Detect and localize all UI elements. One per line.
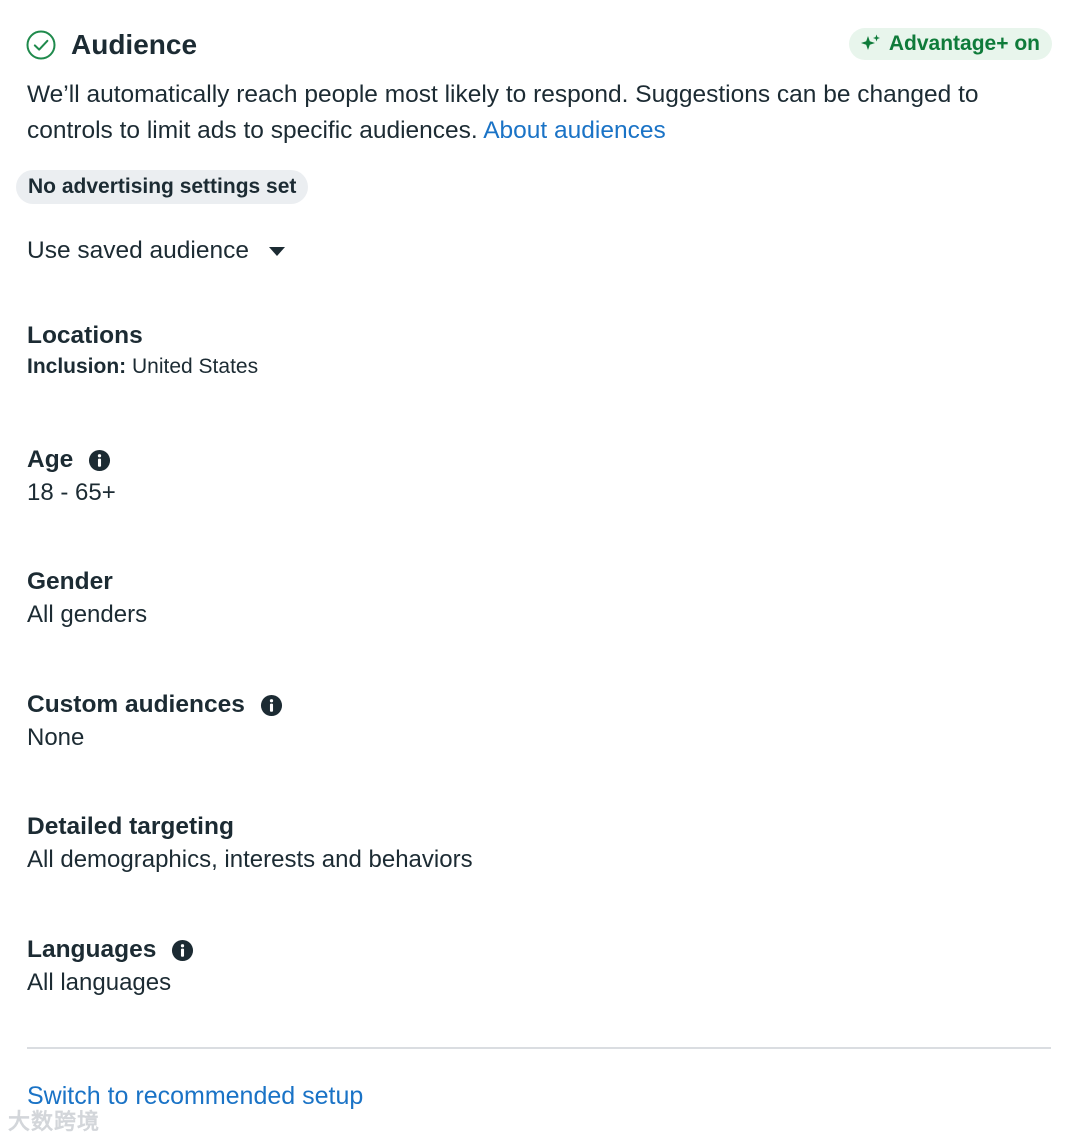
gender-section: Gender All genders [27,566,147,632]
age-section: Age 18 - 65+ [27,444,116,510]
custom-audiences-value: None [27,724,85,751]
custom-audiences-title-row: Custom audiences [27,689,283,721]
detailed-targeting-title: Detailed targeting [27,813,234,840]
languages-value: All languages [27,969,172,996]
age-value: 18 - 65+ [27,479,116,506]
status-pill: No advertising settings set [16,170,309,204]
detailed-targeting-value: All demographics, interests and behavior… [27,846,473,873]
advantage-plus-label: Advantage+ on [888,32,1040,55]
about-audiences-link[interactable]: About audiences [483,117,666,144]
info-icon[interactable] [171,939,194,962]
gender-value: All genders [27,601,148,628]
gender-title: Gender [27,568,113,595]
languages-title-row: Languages [27,934,194,966]
info-icon[interactable] [88,449,111,472]
watermark: 大数跨境 [8,1109,101,1134]
audience-header: Audience Advantage+ on [26,28,1052,62]
advantage-plus-badge[interactable]: Advantage+ on [848,28,1052,60]
check-circle-icon [26,30,56,60]
inclusion-value: United States [126,355,259,378]
languages-title: Languages [27,936,157,963]
saved-audience-dropdown[interactable]: Use saved audience [27,234,286,268]
info-icon[interactable] [260,694,283,717]
inclusion-label: Inclusion: [27,355,127,378]
languages-section: Languages All languages [27,934,194,1000]
detailed-targeting-section: Detailed targeting All demographics, int… [27,811,473,877]
divider [27,1047,1051,1049]
locations-section: Locations Inclusion: United States [27,320,258,382]
age-title: Age [27,446,74,473]
locations-value: Inclusion: United States [27,352,258,382]
age-title-row: Age [27,444,116,476]
custom-audiences-title: Custom audiences [27,691,245,718]
caret-down-icon [269,246,286,256]
section-title: Audience [71,29,198,60]
custom-audiences-section: Custom audiences None [27,689,283,755]
sparkle-icon [860,34,880,50]
locations-title: Locations [27,322,143,349]
audience-description: We’ll automatically reach people most li… [27,77,1057,149]
saved-audience-label: Use saved audience [27,237,250,264]
